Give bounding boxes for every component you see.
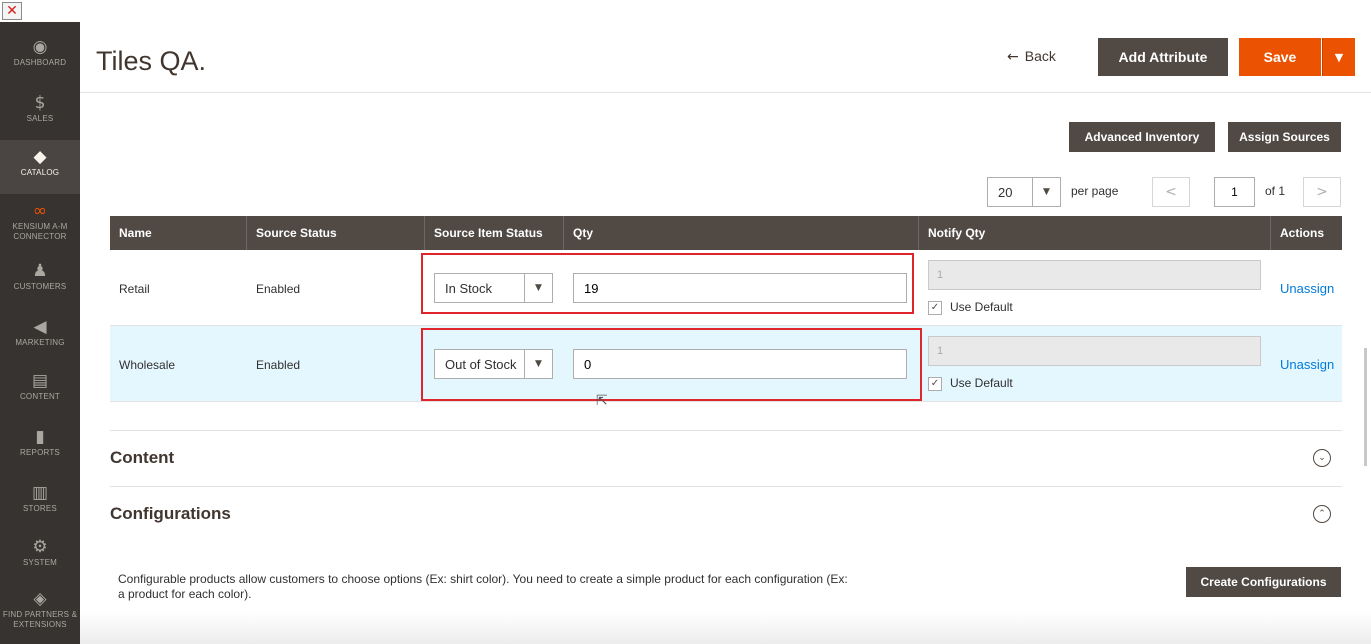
page-number-input[interactable]	[1214, 177, 1255, 207]
create-configurations-button[interactable]: Create Configurations	[1186, 567, 1341, 597]
sidebar-item-sales[interactable]: $ SALES	[0, 86, 80, 140]
dollar-icon: $	[34, 93, 46, 113]
page-title: Tiles QA.	[96, 46, 207, 76]
section-divider	[110, 486, 1342, 487]
highlight-box-wholesale	[421, 328, 922, 401]
per-page-value: 20	[998, 185, 1013, 200]
person-icon: ♟	[32, 261, 48, 281]
column-separator	[563, 216, 564, 250]
add-attribute-button[interactable]: Add Attribute	[1098, 38, 1228, 76]
advanced-inventory-button[interactable]: Advanced Inventory	[1069, 122, 1215, 152]
column-header-name: Name	[119, 226, 152, 240]
content-icon: ▤	[31, 371, 49, 391]
megaphone-icon: ◀	[33, 317, 47, 337]
grid-header: Name Source Status Source Item Status Qt…	[110, 216, 1342, 250]
header-divider	[80, 92, 1371, 93]
save-button[interactable]: Save	[1239, 38, 1321, 76]
sidebar-item-system[interactable]: ⚙ SYSTEM	[0, 530, 80, 584]
bottom-shade	[80, 612, 1371, 644]
sidebar-item-catalog[interactable]: ◆ CATALOG	[0, 140, 80, 194]
column-header-source-item-status: Source Item Status	[434, 226, 543, 240]
sidebar-item-customers[interactable]: ♟ CUSTOMERS	[0, 254, 80, 308]
back-button[interactable]: ← Back	[1007, 48, 1056, 65]
section-title-content[interactable]: Content	[110, 448, 174, 468]
sidebar-item-label: SALES	[26, 114, 54, 123]
next-page-button[interactable]: >	[1303, 177, 1341, 207]
use-default-checkbox[interactable]: ✓ Use Default	[928, 376, 1013, 391]
per-page-select[interactable]: 20 ▼	[987, 177, 1061, 207]
dashboard-icon: ◉	[32, 37, 48, 57]
scrollbar-thumb[interactable]	[1364, 348, 1367, 466]
column-header-source-status: Source Status	[256, 226, 337, 240]
sidebar-item-label: MARKETING	[15, 338, 65, 347]
notify-qty-input[interactable]	[928, 260, 1261, 290]
sidebar-item-kensium[interactable]: ∞ KENSIUM A-M CONNECTOR	[0, 194, 80, 248]
use-default-label: Use Default	[950, 376, 1013, 390]
chevron-down-icon: ▼	[1032, 178, 1060, 206]
source-status: Enabled	[256, 358, 301, 372]
sidebar-item-label: KENSIUM A-M CONNECTOR	[12, 222, 68, 241]
back-arrow-icon: ←	[1007, 49, 1019, 65]
expand-icon[interactable]: ⌄	[1313, 449, 1331, 467]
sidebar-item-marketing[interactable]: ◀ MARKETING	[0, 310, 80, 364]
sidebar-item-label: DASHBOARD	[13, 58, 67, 67]
use-default-label: Use Default	[950, 300, 1013, 314]
back-label: Back	[1024, 48, 1056, 64]
sidebar-item-label: REPORTS	[20, 448, 60, 457]
bar-chart-icon: ▮	[35, 427, 45, 447]
sidebar-item-dashboard[interactable]: ◉ DASHBOARD	[0, 30, 80, 84]
notify-qty-input[interactable]	[928, 336, 1261, 366]
sidebar-item-content[interactable]: ▤ CONTENT	[0, 364, 80, 418]
per-page-label: per page	[1071, 184, 1119, 198]
column-header-actions: Actions	[1280, 226, 1325, 240]
close-icon[interactable]: ✕	[2, 2, 22, 20]
section-divider	[110, 430, 1342, 431]
column-separator	[918, 216, 919, 250]
unassign-link[interactable]: Unassign	[1280, 357, 1334, 372]
configurations-description: Configurable products allow customers to…	[118, 572, 848, 601]
sidebar-item-reports[interactable]: ▮ REPORTS	[0, 420, 80, 474]
sidebar-item-label: SYSTEM	[22, 558, 58, 567]
collapse-icon[interactable]: ⌃	[1313, 505, 1331, 523]
unassign-link[interactable]: Unassign	[1280, 281, 1334, 296]
checkmark-icon: ✓	[928, 300, 942, 315]
sidebar-item-label: CATALOG	[20, 168, 60, 177]
column-separator	[1270, 216, 1271, 250]
mouse-cursor-icon: ⇱	[596, 393, 608, 409]
sidebar-item-label: CONTENT	[19, 392, 61, 401]
sidebar-item-label: FIND PARTNERS & EXTENSIONS	[2, 610, 78, 629]
column-header-qty: Qty	[573, 226, 594, 240]
sidebar-item-label: CUSTOMERS	[13, 282, 67, 291]
source-name: Retail	[119, 282, 150, 296]
column-header-notify-qty: Notify Qty	[928, 226, 986, 240]
checkmark-icon: ✓	[928, 376, 942, 391]
source-status: Enabled	[256, 282, 301, 296]
sidebar-item-stores[interactable]: ▥ STORES	[0, 476, 80, 530]
highlight-box-retail	[421, 253, 914, 314]
column-separator	[246, 216, 247, 250]
sidebar-item-label: STORES	[23, 504, 57, 513]
gear-icon: ⚙	[32, 537, 48, 557]
source-name: Wholesale	[119, 358, 176, 372]
previous-page-button[interactable]: <	[1152, 177, 1190, 207]
infinity-icon: ∞	[32, 201, 48, 221]
cube-icon: ◆	[33, 147, 47, 167]
store-icon: ▥	[31, 483, 49, 503]
sidebar-item-partners[interactable]: ◈ FIND PARTNERS & EXTENSIONS	[0, 582, 80, 636]
page-count-label: of 1	[1265, 184, 1286, 198]
assign-sources-button[interactable]: Assign Sources	[1228, 122, 1341, 152]
partners-icon: ◈	[33, 589, 47, 609]
column-separator	[424, 216, 425, 250]
section-title-configurations[interactable]: Configurations	[110, 504, 231, 524]
admin-sidebar: ◉ DASHBOARD $ SALES ◆ CATALOG ∞ KENSIUM …	[0, 22, 80, 644]
window-top-strip: ✕	[0, 0, 1371, 22]
use-default-checkbox[interactable]: ✓ Use Default	[928, 300, 1013, 315]
save-options-caret-icon[interactable]: ▼	[1322, 38, 1355, 76]
